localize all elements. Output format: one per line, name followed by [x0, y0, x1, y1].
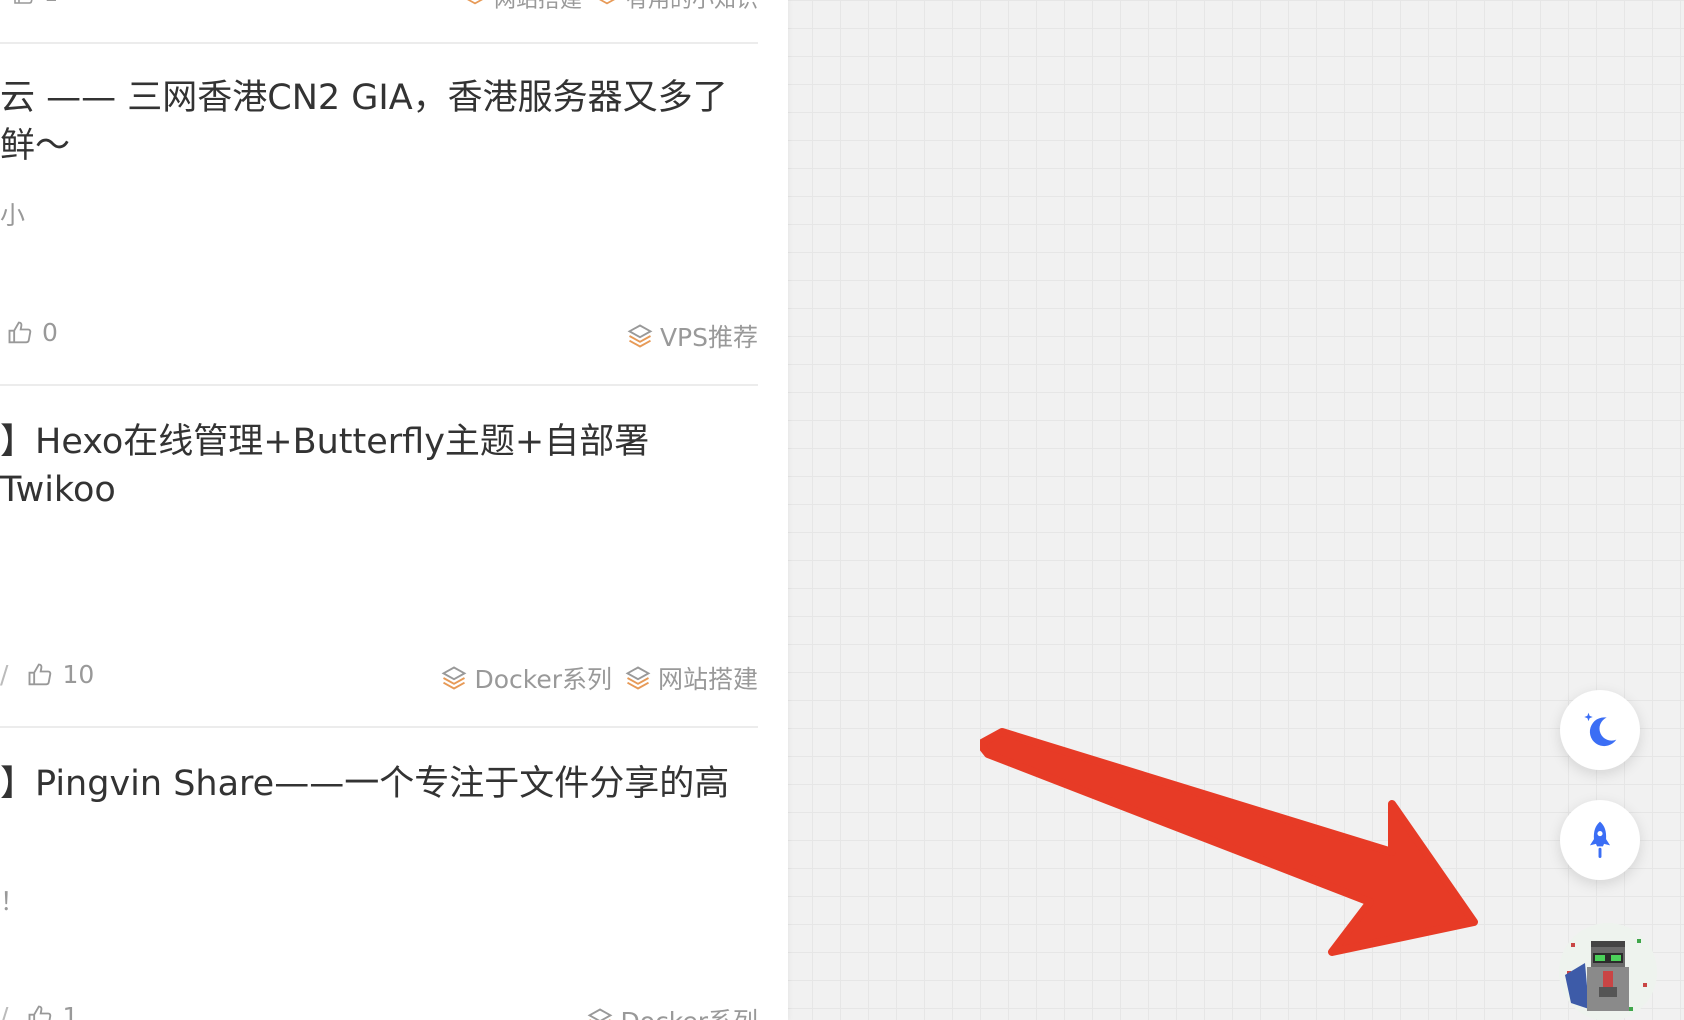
red-arrow-annotation	[980, 728, 1478, 956]
like-button[interactable]: 0	[6, 318, 58, 347]
divider	[0, 42, 758, 44]
tag-link[interactable]: VPS推荐	[626, 318, 758, 354]
article-footer: / 10 Docker系列 网站搭建	[0, 660, 758, 700]
article-list-panel: 1 网站搭建 有用的小知识 云 —— 三网香港CN2 GIA，香港服务器又多了 …	[0, 0, 788, 1020]
tag-label: Docker系列	[474, 665, 612, 694]
previous-card-footer: 1 网站搭建 有用的小知识	[0, 0, 758, 22]
like-button[interactable]: / 1	[0, 1002, 78, 1020]
avatar-image	[1559, 923, 1657, 1020]
article-excerpt: ！	[0, 887, 26, 916]
thumb-up-icon	[8, 321, 32, 343]
like-button[interactable]: 1	[12, 0, 58, 7]
layers-icon	[625, 666, 651, 690]
thumb-up-icon	[29, 663, 52, 685]
tag-link[interactable]: 有用的小知识	[594, 0, 758, 14]
tag-link[interactable]: Docker系列	[440, 660, 612, 696]
tag-label: 有用的小知识	[625, 0, 758, 13]
dark-mode-toggle-button[interactable]	[1560, 690, 1640, 770]
pixel-avatar[interactable]	[1559, 923, 1657, 1020]
tag-label: 网站搭建	[657, 665, 758, 694]
divider	[0, 384, 758, 386]
back-to-top-button[interactable]	[1560, 800, 1640, 880]
like-count: 1	[62, 1002, 79, 1020]
separator: /	[0, 1002, 9, 1020]
tag-link[interactable]: 网站搭建	[624, 660, 758, 696]
article-title[interactable]: 】Hexo在线管理+Butterfly主题+自部署Twikoo	[0, 418, 758, 514]
moon-stars-icon	[1584, 712, 1617, 747]
tag-link[interactable]: 网站搭建	[462, 0, 582, 14]
layers-icon	[588, 1008, 613, 1020]
layers-icon	[467, 0, 483, 5]
rocket-icon	[1589, 821, 1611, 858]
layers-icon	[442, 666, 467, 690]
thumb-up-icon	[14, 0, 33, 4]
like-button[interactable]: / 10	[0, 660, 94, 689]
divider	[0, 726, 758, 728]
tag-label: VPS推荐	[659, 323, 758, 352]
tag-label: 网站搭建	[493, 0, 582, 13]
like-count: 0	[42, 318, 58, 347]
tag-label: Docker系列	[620, 1002, 758, 1020]
layers-icon	[627, 324, 653, 348]
like-count: 10	[62, 660, 95, 689]
tag-link[interactable]: Docker系列	[586, 1002, 758, 1020]
article-excerpt: 小	[0, 201, 26, 230]
like-count: 1	[44, 0, 58, 7]
article-title[interactable]: 云 —— 三网香港CN2 GIA，香港服务器又多了 鲜～	[0, 74, 758, 170]
separator: /	[0, 660, 9, 689]
article-footer: / 1 Docker系列	[0, 1002, 758, 1020]
thumb-up-icon	[29, 1005, 52, 1020]
article-title[interactable]: 】Pingvin Share——一个专注于文件分享的高	[0, 760, 758, 808]
article-footer: 0 VPS推荐	[0, 318, 758, 358]
layers-icon	[599, 0, 615, 5]
